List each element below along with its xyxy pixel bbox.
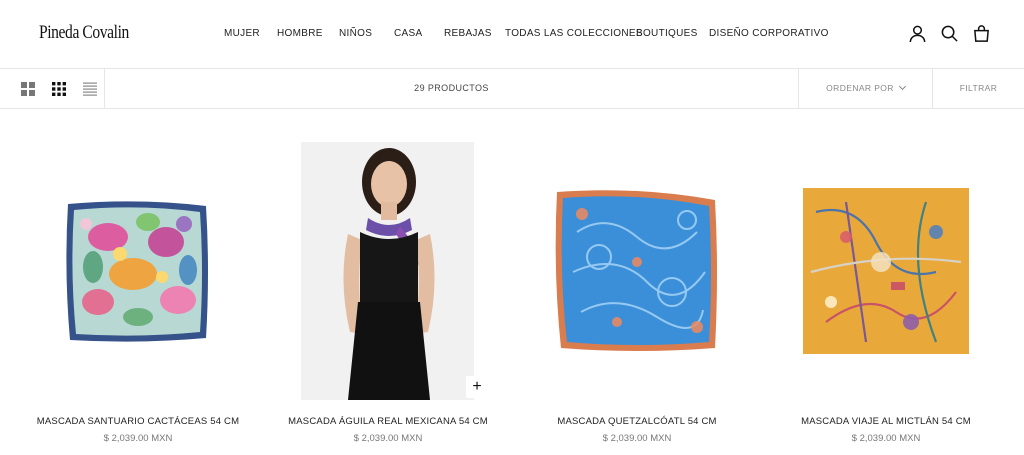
nav-item-casa[interactable]: CASA xyxy=(394,28,422,39)
product-name[interactable]: MASCADA SANTUARIO CACTÁCEAS 54 CM xyxy=(8,416,268,427)
product-card[interactable]: MASCADA SANTUARIO CACTÁCEAS 54 CM $ 2,03… xyxy=(37,142,239,444)
product-price: $ 2,039.00 MXN xyxy=(602,433,672,444)
product-name[interactable]: MASCADA VIAJE AL MICTLÁN 54 CM xyxy=(756,416,1016,427)
chevron-down-icon xyxy=(898,82,906,91)
product-card[interactable]: MASCADA QUETZALCÓATL 54 CM $ 2,039.00 MX… xyxy=(537,142,737,444)
product-count: 29 PRODUCTOS xyxy=(414,83,489,93)
product-image[interactable]: + xyxy=(288,142,488,400)
main-nav: MUJER HOMBRE NIÑOS CASA REBAJAS TODAS LA… xyxy=(0,28,1024,42)
account-icon[interactable] xyxy=(908,24,927,43)
product-name[interactable]: MASCADA QUETZALCÓATL 54 CM xyxy=(507,416,767,427)
site-header: Pineda Covalin MUJER HOMBRE NIÑOS CASA R… xyxy=(0,0,1024,69)
product-name[interactable]: MASCADA ÁGUILA REAL MEXICANA 54 CM xyxy=(258,416,518,427)
product-image[interactable] xyxy=(537,142,737,400)
header-actions xyxy=(908,24,991,44)
nav-item-todas-las-colecciones[interactable]: TODAS LAS COLECCIONES xyxy=(505,28,643,39)
grid-small-icon[interactable] xyxy=(52,82,66,96)
product-price: $ 2,039.00 MXN xyxy=(103,433,173,444)
nav-item-boutiques[interactable]: BOUTIQUES xyxy=(636,28,698,39)
list-icon[interactable] xyxy=(83,82,97,96)
grid-large-icon[interactable] xyxy=(21,82,35,96)
nav-item-ninos[interactable]: NIÑOS xyxy=(339,28,372,39)
search-icon[interactable] xyxy=(940,24,959,43)
sort-dropdown[interactable]: ORDENAR POR xyxy=(799,82,932,93)
nav-item-diseno-corporativo[interactable]: DISEÑO CORPORATIVO xyxy=(709,28,829,39)
product-image[interactable] xyxy=(38,142,238,400)
filter-button[interactable]: FILTRAR xyxy=(933,83,1024,93)
quick-add-button[interactable]: + xyxy=(466,376,488,398)
sort-label: ORDENAR POR xyxy=(826,83,894,93)
nav-item-hombre[interactable]: HOMBRE xyxy=(277,28,323,39)
nav-item-mujer[interactable]: MUJER xyxy=(224,28,260,39)
view-switcher xyxy=(21,82,97,96)
nav-item-rebajas[interactable]: REBAJAS xyxy=(444,28,492,39)
product-card[interactable]: + MASCADA ÁGUILA REAL MEXICANA 54 CM $ 2… xyxy=(288,142,488,444)
product-price: $ 2,039.00 MXN xyxy=(353,433,423,444)
product-card[interactable]: MASCADA VIAJE AL MICTLÁN 54 CM $ 2,039.0… xyxy=(786,142,986,444)
product-price: $ 2,039.00 MXN xyxy=(851,433,921,444)
collection-toolbar: 29 PRODUCTOS ORDENAR POR FILTRAR xyxy=(0,69,1024,109)
product-image[interactable] xyxy=(786,142,986,400)
cart-icon[interactable] xyxy=(972,24,991,43)
